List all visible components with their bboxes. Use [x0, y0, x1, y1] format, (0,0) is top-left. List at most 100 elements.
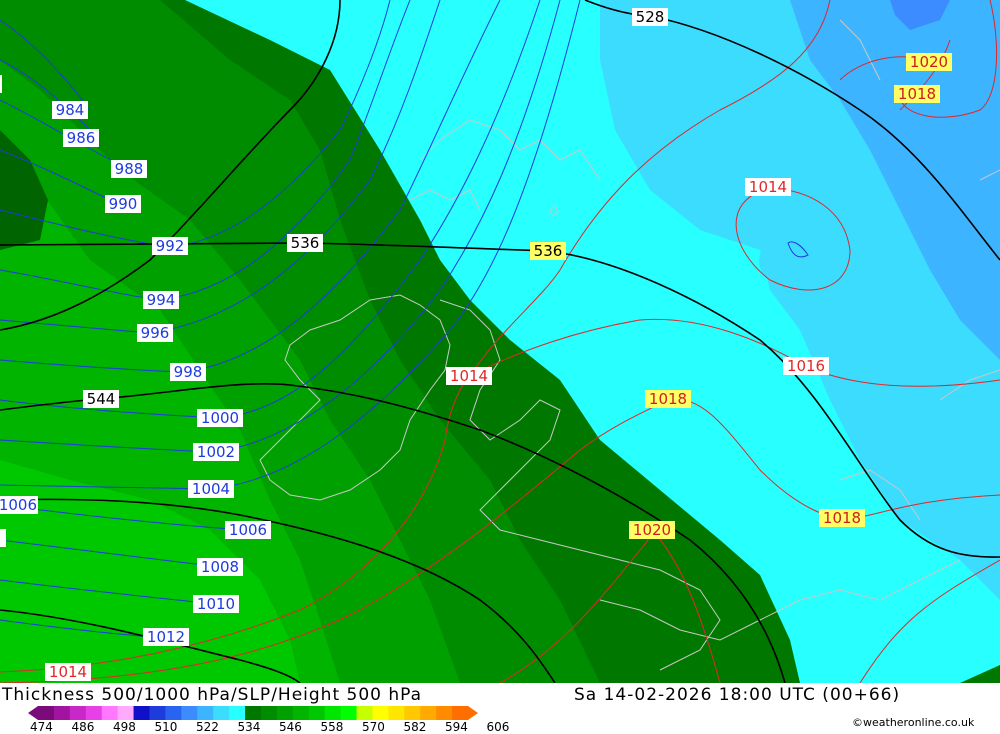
slp-label: 1006: [0, 496, 38, 514]
svg-text:1010: 1010: [197, 595, 235, 613]
colorbar-swatch: [53, 706, 71, 720]
colorbar-swatch: [292, 706, 310, 720]
slp-label: 1012: [143, 628, 189, 646]
svg-text:1016: 1016: [787, 357, 825, 375]
colorbar-tick-label: 594: [445, 720, 468, 734]
slp-label: 1014: [45, 663, 91, 681]
colorbar-swatch: [340, 706, 358, 720]
slp-label: 984: [52, 101, 88, 119]
slp-label: 1004: [188, 480, 234, 498]
svg-text:1020: 1020: [910, 53, 948, 71]
colorbar-swatch: [133, 706, 150, 720]
slp-label: 1020: [906, 53, 952, 71]
svg-text:986: 986: [67, 129, 96, 147]
svg-text:998: 998: [174, 363, 203, 381]
svg-text:1000: 1000: [201, 409, 239, 427]
svg-text:1018: 1018: [823, 509, 861, 527]
svg-text:1014: 1014: [450, 367, 488, 385]
svg-text:984: 984: [56, 101, 85, 119]
svg-text:1018: 1018: [898, 85, 936, 103]
slp-label: 990: [105, 195, 141, 213]
slp-label: 1014: [745, 178, 791, 196]
weather-map: 528 536 536 544 984 986 988 990 992 994 …: [0, 0, 1000, 683]
height-label: 528: [632, 8, 668, 26]
colorbar-tick-label: 534: [237, 720, 261, 734]
map-footer: Thickness 500/1000 hPa/SLP/Height 500 hP…: [0, 683, 1000, 734]
colorbar-tick-label: 486: [71, 720, 95, 734]
slp-label: 1018: [645, 390, 691, 408]
svg-text:1020: 1020: [633, 521, 671, 539]
svg-text:544: 544: [87, 390, 116, 408]
slp-label: 1016: [783, 357, 829, 375]
colorbar-swatch: [165, 706, 182, 720]
slp-label: 994: [143, 291, 179, 309]
svg-text:992: 992: [156, 237, 185, 255]
colorbar-swatch: [356, 706, 373, 720]
svg-text:528: 528: [636, 8, 665, 26]
slp-label: 998: [170, 363, 206, 381]
colorbar-swatch: [404, 706, 421, 720]
colorbar-swatch: [213, 706, 230, 720]
svg-text:988: 988: [115, 160, 144, 178]
colorbar-swatch: [245, 706, 262, 720]
colorbar-tick-label: 570: [362, 720, 385, 734]
colorbar-swatch: [229, 706, 246, 720]
colorbar-swatch: [420, 706, 437, 720]
svg-text:1012: 1012: [147, 628, 185, 646]
height-label: 536: [530, 242, 566, 260]
colorbar-max-arrow: [468, 706, 478, 720]
colorbar-tick-label: 546: [279, 720, 302, 734]
slp-label: 1018: [819, 509, 865, 527]
slp-label: [0, 529, 6, 547]
svg-text:1002: 1002: [197, 443, 235, 461]
slp-label: 1010: [193, 595, 239, 613]
slp-label: 1018: [894, 85, 940, 103]
svg-text:1006: 1006: [229, 521, 267, 539]
colorbar-tick-label: 498: [113, 720, 136, 734]
slp-label: 988: [111, 160, 147, 178]
colorbar-swatch: [117, 706, 135, 720]
height-label: 536: [287, 234, 323, 252]
colorbar-swatch: [308, 706, 326, 720]
thickness-colorbar: [28, 706, 478, 720]
slp-label: 1002: [193, 443, 239, 461]
colorbar-swatch: [85, 706, 103, 720]
colorbar-tick-label: 558: [320, 720, 344, 734]
colorbar-tick-label: 522: [196, 720, 219, 734]
svg-text:1008: 1008: [201, 558, 239, 576]
colorbar-swatch: [197, 706, 214, 720]
map-valid-time: Sa 14-02-2026 18:00 UTC (00+66): [574, 685, 901, 705]
slp-label: 986: [63, 129, 99, 147]
colorbar-swatch: [372, 706, 389, 720]
colorbar-tick-label: 474: [30, 720, 53, 734]
colorbar-swatch: [260, 706, 278, 720]
svg-text:536: 536: [534, 242, 563, 260]
colorbar-swatch: [38, 706, 55, 720]
slp-label: 1008: [197, 558, 243, 576]
slp-label: 992: [152, 237, 188, 255]
colorbar-tick-label: 582: [403, 720, 427, 734]
svg-text:996: 996: [141, 324, 170, 342]
slp-label: 996: [137, 324, 173, 342]
colorbar-swatch: [181, 706, 198, 720]
colorbar-swatch: [452, 706, 469, 720]
credit-text: ©weatheronline.co.uk: [852, 716, 975, 729]
colorbar-swatch: [324, 706, 342, 720]
height-label: 544: [83, 390, 119, 408]
colorbar-swatch: [149, 706, 166, 720]
slp-label: [0, 75, 2, 93]
colorbar-swatch: [276, 706, 294, 720]
svg-text:1014: 1014: [49, 663, 87, 681]
svg-text:536: 536: [291, 234, 320, 252]
svg-text:1006: 1006: [0, 496, 37, 514]
colorbar-swatch: [436, 706, 453, 720]
colorbar-swatch: [101, 706, 119, 720]
svg-text:1018: 1018: [649, 390, 687, 408]
svg-text:990: 990: [109, 195, 138, 213]
colorbar-tick-label: 606: [486, 720, 510, 734]
svg-text:1004: 1004: [192, 480, 230, 498]
slp-label: 1000: [197, 409, 243, 427]
map-title: Thickness 500/1000 hPa/SLP/Height 500 hP…: [2, 685, 423, 705]
svg-text:1014: 1014: [749, 178, 787, 196]
svg-text:994: 994: [147, 291, 176, 309]
